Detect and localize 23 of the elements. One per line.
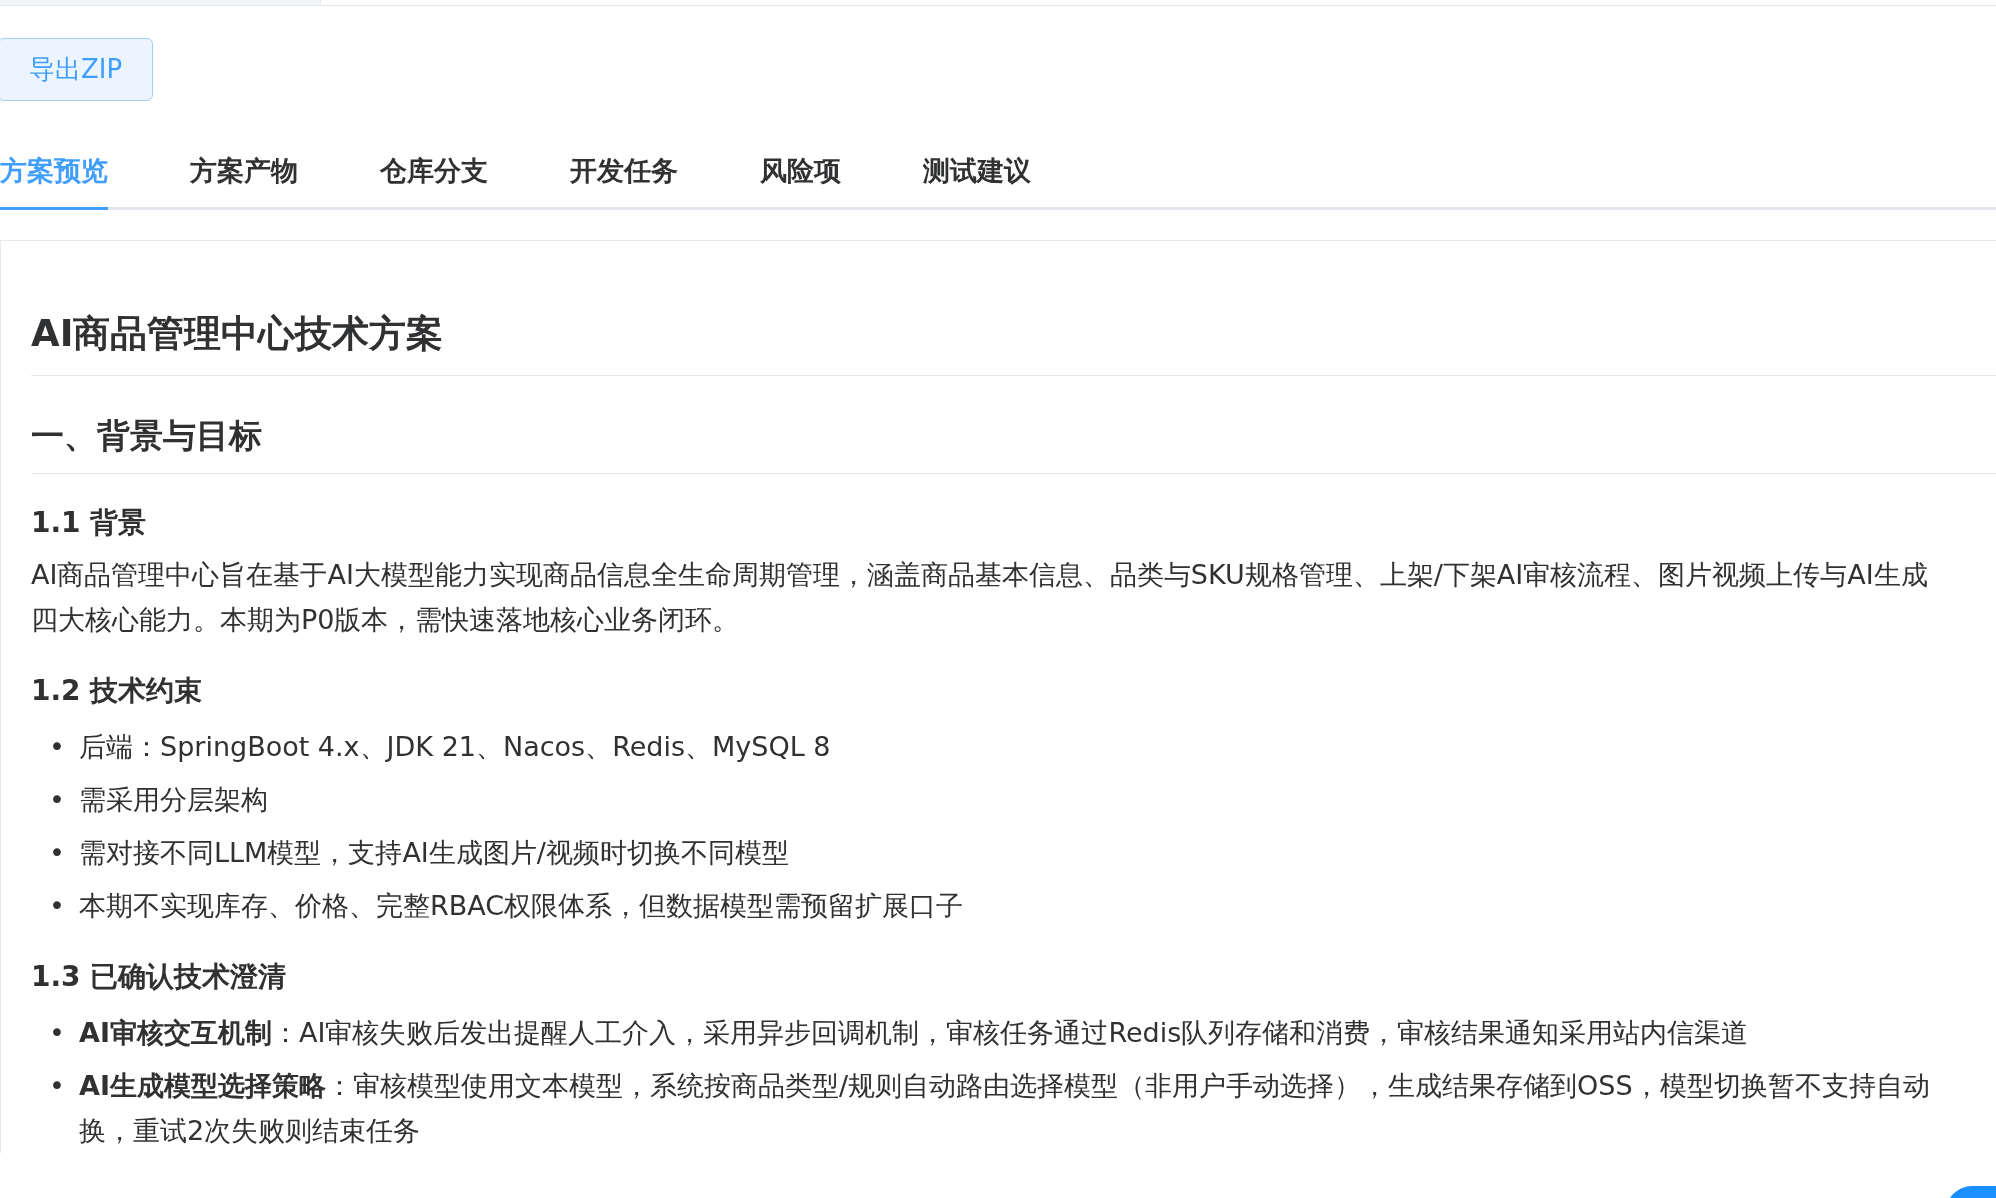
tab[interactable]: 测试建议 — [923, 143, 1031, 210]
bullet-marker: • — [48, 1069, 66, 1103]
list-item: 本期不实现库存、价格、完整RBAC权限体系，但数据模型需预留扩展口子 — [79, 889, 964, 923]
list-item: AI审核交互机制：AI审核失败后发出提醒人工介入，采用异步回调机制，审核任务通过Redis队列存储和消费，审核结果通知采用站内信渠道 — [79, 1016, 1749, 1050]
bullet-marker: • — [48, 889, 66, 923]
list-item: AI生成模型选择策略：审核模型使用文本模型，系统按商品类型/规则自动路由选择模型（非用户手动选择），生成结果存储到OSS，模型切换暂不支持自动 换，重试2次失败则结束任务 — [79, 1069, 1930, 1148]
list-item: 需采用分层架构 — [79, 783, 268, 817]
list-item: 需对接不同LLM模型，支持AI生成图片/视频时切换不同模型 — [79, 836, 789, 870]
bullet-marker: • — [48, 783, 66, 817]
subsection-heading: 1.3 已确认技术澄清 — [31, 959, 288, 995]
tab[interactable]: 仓库分支 — [380, 143, 488, 210]
paragraph: AI商品管理中心旨在基于AI大模型能力实现商品信息全生命周期管理，涵盖商品基本信息、品类与SKU规格管理、上架/下架AI审核流程、图片视频上传与AI生成 四大核心能力。本期为P0版本，需快速落地核心业务闭环。 — [31, 558, 1929, 637]
tab[interactable]: 开发任务 — [570, 143, 678, 210]
document-title: AI商品管理中心技术方案 — [31, 309, 1996, 376]
bullet-marker: • — [48, 1016, 66, 1050]
list-item: 后端：SpringBoot 4.x、JDK 21、Nacos、Redis、MySQL 8 — [79, 730, 831, 764]
subsection-heading: 1.2 技术约束 — [31, 673, 204, 709]
section-heading: 一、背景与目标 — [31, 414, 1996, 474]
subsection-heading: 1.1 背景 — [31, 505, 148, 541]
bullet-marker: • — [48, 730, 66, 764]
tab[interactable]: 方案产物 — [190, 143, 298, 210]
bullet-marker: • — [48, 836, 66, 870]
tab[interactable]: 风险项 — [760, 143, 841, 210]
